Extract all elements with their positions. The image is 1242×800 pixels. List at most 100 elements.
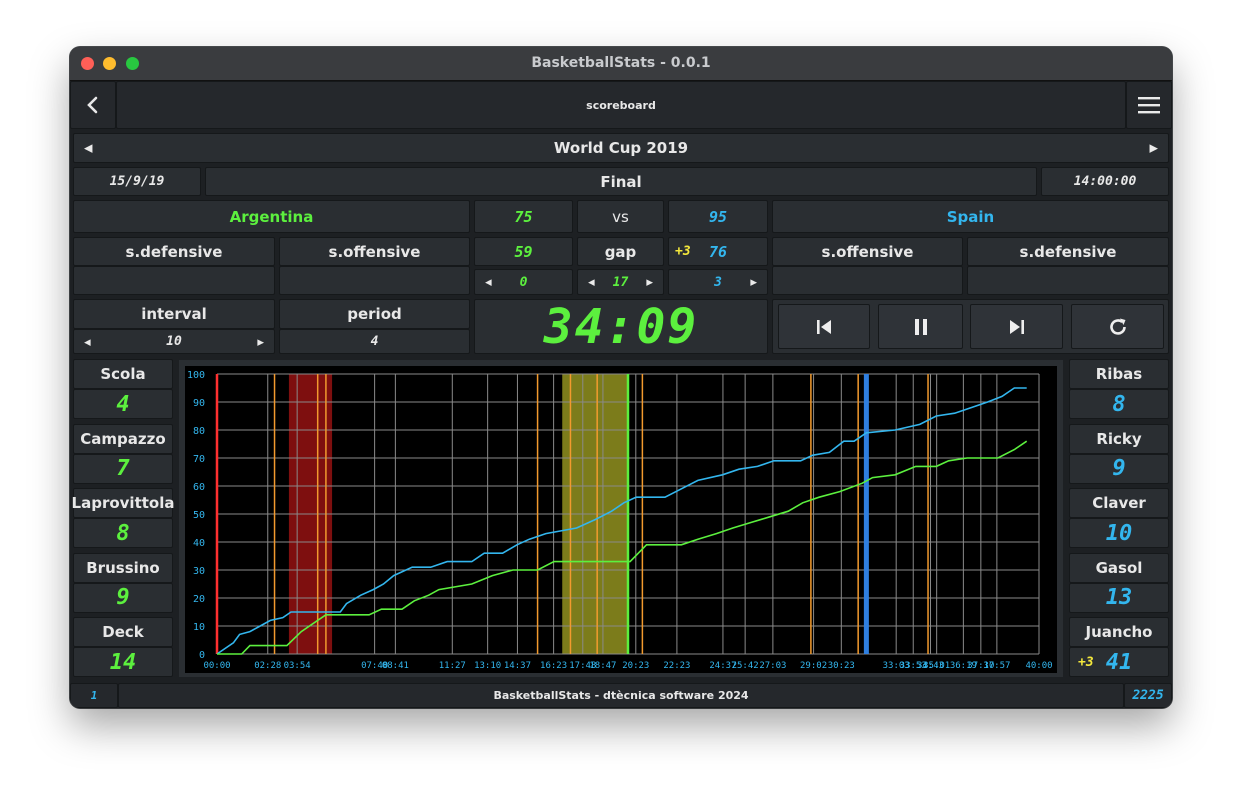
away-player-name[interactable]: Claver (1069, 488, 1169, 518)
back-button[interactable] (70, 81, 116, 129)
away-player-number[interactable]: 10 (1069, 518, 1169, 548)
home-player-number[interactable]: 9 (73, 582, 173, 613)
skip-next-button[interactable] (970, 304, 1063, 349)
gap-increment-icon[interactable]: ▶ (646, 276, 653, 289)
window-title: BasketballStats - 0.0.1 (531, 55, 711, 71)
home-stat-value: 59 (474, 237, 573, 266)
skip-previous-icon (817, 319, 831, 334)
away-player-bonus: +3 (1078, 654, 1094, 670)
chart-x-tick-label: 35:01 (923, 661, 950, 671)
away-defensive-field[interactable] (967, 266, 1169, 295)
chart-x-tick-label: 40:00 (1025, 661, 1052, 671)
home-stepper-value: 0 (519, 274, 528, 290)
chart-x-tick-label: 22:23 (663, 661, 690, 671)
away-offensive-field[interactable] (772, 266, 963, 295)
away-player-name[interactable]: Ribas (1069, 359, 1169, 389)
away-offensive-label: s.offensive (772, 237, 963, 266)
interval-stepper[interactable]: ◀ 10 ▶ (73, 329, 275, 354)
interval-increment-icon[interactable]: ▶ (257, 335, 264, 348)
home-defensive-label: s.defensive (73, 237, 275, 266)
home-player-number[interactable]: 8 (73, 518, 173, 548)
chart-x-tick-label: 27:03 (759, 661, 786, 671)
away-stepper-value: 3 (714, 274, 722, 290)
gap-stepper[interactable]: ◀ 17 ▶ (577, 269, 664, 295)
chart-y-tick-label: 60 (193, 482, 205, 493)
home-player-name[interactable]: Campazzo (73, 423, 173, 454)
home-player-number[interactable]: 7 (73, 453, 173, 484)
away-stepper-increment-icon[interactable]: ▶ (750, 276, 757, 289)
away-player-number[interactable]: 8 (1069, 389, 1169, 419)
home-defensive-field[interactable] (73, 266, 275, 295)
away-player-number[interactable]: 13 (1069, 582, 1169, 613)
title-bar: BasketballStats - 0.0.1 (70, 47, 1172, 81)
gap-label: gap (577, 237, 664, 266)
home-player-number-value: 9 (116, 585, 130, 610)
away-player-number-value: 41 (1105, 649, 1133, 675)
app-window: BasketballStats - 0.0.1 scoreboard ◀ Wor… (70, 47, 1172, 708)
away-player-number-value: 13 (1105, 585, 1133, 610)
away-stat-value: +3 76 (668, 237, 768, 266)
chart-y-tick-label: 10 (193, 622, 205, 633)
game-time: 14:00:00 (1041, 167, 1169, 196)
prev-competition-icon[interactable]: ◀ (84, 142, 92, 155)
home-player-name[interactable]: Brussino (73, 552, 173, 583)
away-stepper[interactable]: 3 ▶ (668, 269, 768, 295)
chart-svg: 010203040506070809010000:00 02:28 03:54 07:… (185, 366, 1057, 673)
chart-x-tick-label: 30:23 (828, 661, 855, 671)
gap-decrement-icon[interactable]: ◀ (588, 276, 595, 289)
home-stepper[interactable]: ◀ 0 (474, 269, 573, 295)
away-player-name[interactable]: Gasol (1069, 552, 1169, 583)
chart-x-tick-label: 08:41 (382, 661, 409, 671)
away-player-number[interactable]: +3 41 (1069, 647, 1169, 677)
gap-value: 17 (612, 274, 629, 290)
home-player-name[interactable]: Scola (73, 359, 173, 389)
vs-label: vs (577, 200, 664, 233)
away-team-name: Spain (772, 200, 1169, 233)
refresh-icon (1109, 318, 1126, 335)
away-player-number-value: 8 (1112, 391, 1126, 417)
reset-button[interactable] (1071, 304, 1164, 349)
period-value: 4 (279, 329, 470, 354)
chart-x-tick-label: 14:37 (504, 661, 531, 671)
chart-x-tick-label: 20:23 (622, 661, 649, 671)
chart-y-tick-label: 0 (199, 650, 205, 661)
next-competition-icon[interactable]: ▶ (1150, 142, 1158, 155)
chart-x-tick-label: 18:47 (589, 661, 616, 671)
chart-y-tick-label: 80 (193, 426, 205, 437)
chart-y-tick-label: 30 (193, 566, 205, 577)
away-player-name[interactable]: Ricky (1069, 423, 1169, 454)
status-right: 2225 (1124, 683, 1172, 708)
status-center: BasketballStats - dtècnica software 2024 (118, 683, 1124, 708)
away-player-number[interactable]: 9 (1069, 453, 1169, 484)
period-label: period (279, 299, 470, 329)
pause-button[interactable] (878, 304, 963, 349)
chart-y-tick-label: 50 (193, 510, 205, 521)
away-player-name[interactable]: Juancho (1069, 617, 1169, 647)
home-team-name: Argentina (73, 200, 470, 233)
menu-button[interactable] (1126, 81, 1172, 129)
interval-decrement-icon[interactable]: ◀ (84, 335, 91, 348)
competition-selector[interactable]: ◀ World Cup 2019 ▶ (73, 133, 1169, 163)
home-player-number-value: 8 (116, 520, 130, 546)
home-stepper-decrement-icon[interactable]: ◀ (485, 276, 492, 289)
chart-x-tick-label: 37:57 (983, 661, 1010, 671)
away-player-number-value: 9 (1112, 456, 1126, 481)
chart-y-tick-label: 70 (193, 454, 205, 465)
status-left: 1 (70, 683, 118, 708)
home-offensive-field[interactable] (279, 266, 470, 295)
pause-icon (914, 318, 927, 335)
skip-previous-button[interactable] (778, 304, 870, 349)
chart-x-tick-label: 03:54 (284, 661, 311, 671)
competition-name: World Cup 2019 (553, 139, 689, 157)
away-defensive-label: s.defensive (967, 237, 1169, 266)
home-player-number[interactable]: 14 (73, 647, 173, 677)
chart-x-tick-label: 29:02 (800, 661, 827, 671)
home-score: 75 (474, 200, 573, 233)
home-player-name[interactable]: Deck (73, 617, 173, 647)
chevron-left-icon (87, 96, 98, 114)
home-offensive-label: s.offensive (279, 237, 470, 266)
interval-label: interval (73, 299, 275, 329)
home-player-name[interactable]: Laprovittola (72, 488, 174, 518)
home-player-number[interactable]: 4 (73, 389, 173, 419)
home-player-number-value: 4 (116, 391, 130, 417)
